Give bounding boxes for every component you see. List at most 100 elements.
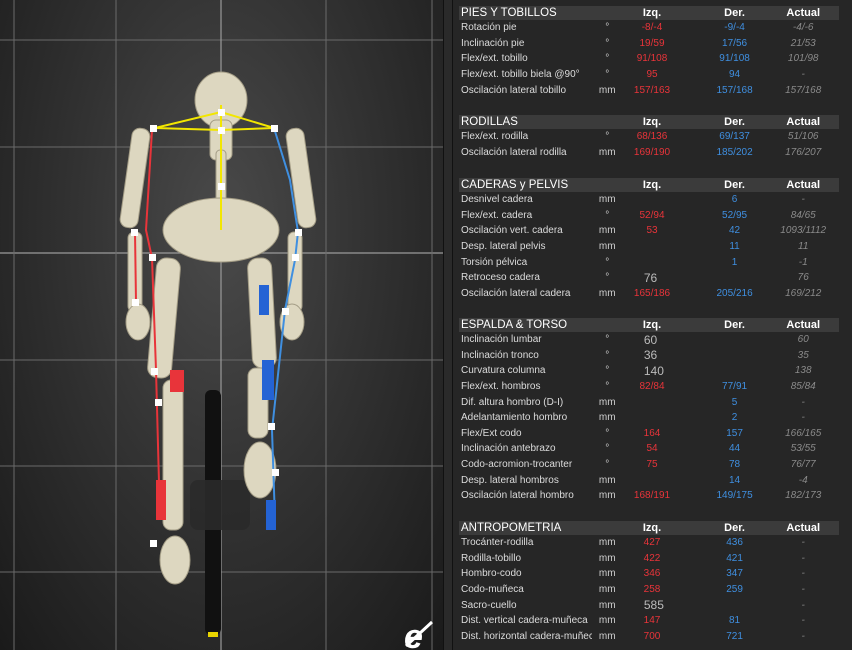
measurement-row: Flex/ext. tobillo biela @90° ° 95 94 - (459, 67, 839, 83)
value-der: 157/168 (716, 84, 753, 96)
section-header: RODILLAS Izq. Der. Actual (459, 115, 839, 129)
value-izq: 169/190 (633, 146, 671, 158)
value-der: 259 (726, 584, 743, 596)
section-title: PIES Y TOBILLOS (461, 7, 557, 19)
measurement-row: Adelantamiento hombro mm 2 - (459, 410, 839, 426)
value-der: 5 (731, 396, 738, 408)
measurement-row: Codo-acromion-trocanter ° 75 78 76/77 (459, 457, 839, 473)
row-label: Dist. horizontal cadera-muñeca (461, 630, 593, 642)
row-label: Inclinación lumbar (461, 334, 542, 346)
row-label: Dist. vertical cadera-muñeca (461, 615, 588, 627)
row-unit: mm (598, 396, 616, 408)
skeleton-3d-viewport[interactable]: e (0, 0, 443, 650)
row-label: Inclinación antebrazo (461, 443, 556, 455)
row-unit: mm (598, 84, 616, 96)
value-actual: - (801, 537, 805, 549)
row-label: Flex/ext. hombros (461, 381, 541, 393)
measurement-row: Torsión pélvica ° 1 -1 (459, 254, 839, 270)
value-izq: 165/186 (633, 287, 671, 299)
col-header-actual: Actual (786, 7, 821, 19)
row-label: Sacro-cuello (461, 599, 517, 611)
section-5: ANTROPOMETRÍA Izq. Der. Actual Trocánter-rod… (459, 521, 839, 644)
value-izq: 346 (643, 568, 661, 580)
row-label: Desnivel cadera (461, 194, 533, 206)
row-unit: mm (598, 584, 616, 596)
value-actual: 169/212 (785, 287, 822, 299)
value-der: 91/108 (719, 53, 750, 65)
measurement-row: Dif. altura hombro (D-I) mm 5 - (459, 394, 839, 410)
row-unit: mm (598, 599, 616, 611)
row-unit: ° (605, 349, 610, 361)
row-unit: ° (605, 69, 610, 81)
row-label: Flex/Ext codo (461, 427, 522, 439)
value-der: 44 (729, 443, 741, 455)
col-header-actual: Actual (786, 522, 821, 534)
value-der: 77/91 (722, 381, 748, 393)
value-izq: 258 (643, 584, 661, 596)
section-title: ANTROPOMETRÍA (461, 522, 562, 534)
measurement-row: Retroceso cadera ° 76 76 (459, 270, 839, 286)
measurement-row: Rotación pie ° -8/-4 -9/-4 -4/-6 (459, 20, 839, 36)
value-der: -9/-4 (724, 22, 745, 34)
row-unit: mm (598, 568, 616, 580)
section-1: PIES Y TOBILLOS Izq. Der. Actual Rotación pi… (459, 6, 839, 98)
value-actual: 76/77 (790, 459, 816, 471)
row-label: Torsión pélvica (461, 256, 528, 268)
row-label: Rotación pie (461, 22, 517, 34)
pane-splitter[interactable] (443, 0, 453, 650)
value-izq: 52/94 (639, 209, 665, 221)
row-label: Hombro-codo (461, 568, 522, 580)
row-label: Flex/ext. rodilla (461, 131, 529, 143)
row-label: Inclinación pie (461, 37, 525, 49)
value-actual: 85/84 (790, 381, 816, 393)
value-der: 78 (729, 459, 741, 471)
row-label: Codo-muñeca (461, 584, 524, 596)
value-actual: - (801, 194, 805, 206)
section-4: ESPALDA & TORSO Izq. Der. Actual Inclinación… (459, 318, 839, 504)
skeleton-render: e (0, 0, 443, 650)
measurement-row: Flex/ext. tobillo ° 91/108 91/108 101/98 (459, 51, 839, 67)
measurement-row: Flex/Ext codo ° 164 157 166/165 (459, 426, 839, 442)
section-header: CADERAS y PELVIS Izq. Der. Actual (459, 178, 839, 192)
value-actual: -1 (798, 256, 808, 268)
value-der: 81 (729, 615, 741, 627)
measurement-row: Desnivel cadera mm 6 - (459, 192, 839, 208)
value-der: 69/137 (719, 131, 750, 143)
value-actual: - (801, 69, 805, 81)
measurement-row: Inclinación pie ° 19/59 17/56 21/53 (459, 36, 839, 52)
section-header: PIES Y TOBILLOS Izq. Der. Actual (459, 6, 839, 20)
row-label: Trocánter-rodilla (461, 537, 534, 549)
row-label: Oscilación lateral cadera (461, 287, 571, 299)
col-header-izq: Izq. (642, 116, 662, 128)
col-header-actual: Actual (786, 116, 821, 128)
row-unit: mm (598, 146, 616, 158)
row-unit: mm (598, 630, 616, 642)
value-izq: 54 (646, 443, 658, 455)
value-izq: 147 (643, 615, 661, 627)
value-der: 421 (726, 552, 743, 564)
value-actual: - (801, 396, 805, 408)
app-logo: e (404, 618, 434, 650)
measurement-row: Inclinación antebrazo ° 54 44 53/55 (459, 441, 839, 457)
col-header-der: Der. (724, 522, 745, 534)
bicycle (190, 390, 250, 637)
section-2: RODILLAS Izq. Der. Actual Flex/ext. rodilla °… (459, 115, 839, 160)
measurement-row: Inclinación tronco ° 36 35 (459, 348, 839, 364)
value-der: 17/56 (722, 37, 748, 49)
measurement-row: Desp. lateral hombros mm 14 -4 (459, 472, 839, 488)
measurement-row: Oscilación vert. cadera mm 53 42 1093/1112 (459, 223, 839, 239)
section-header: ESPALDA & TORSO Izq. Der. Actual (459, 318, 839, 332)
value-izq: 95 (646, 69, 658, 81)
row-label: Oscilación lateral hombro (461, 490, 574, 502)
measurement-row: Inclinación lumbar ° 60 60 (459, 332, 839, 348)
measurement-row: Oscilación lateral hombro mm 168/191 149/17… (459, 488, 839, 504)
measurement-row: Flex/ext. rodilla ° 68/136 69/137 51/106 (459, 129, 839, 145)
row-unit: mm (598, 287, 616, 299)
row-unit: mm (598, 474, 616, 486)
measurement-row: Desp. lateral pelvis mm 11 11 (459, 239, 839, 255)
value-der: 14 (729, 474, 741, 486)
value-der: 94 (729, 69, 741, 81)
value-der: 205/216 (716, 287, 753, 299)
row-label: Oscilación lateral rodilla (461, 146, 567, 158)
row-unit: mm (598, 552, 616, 564)
